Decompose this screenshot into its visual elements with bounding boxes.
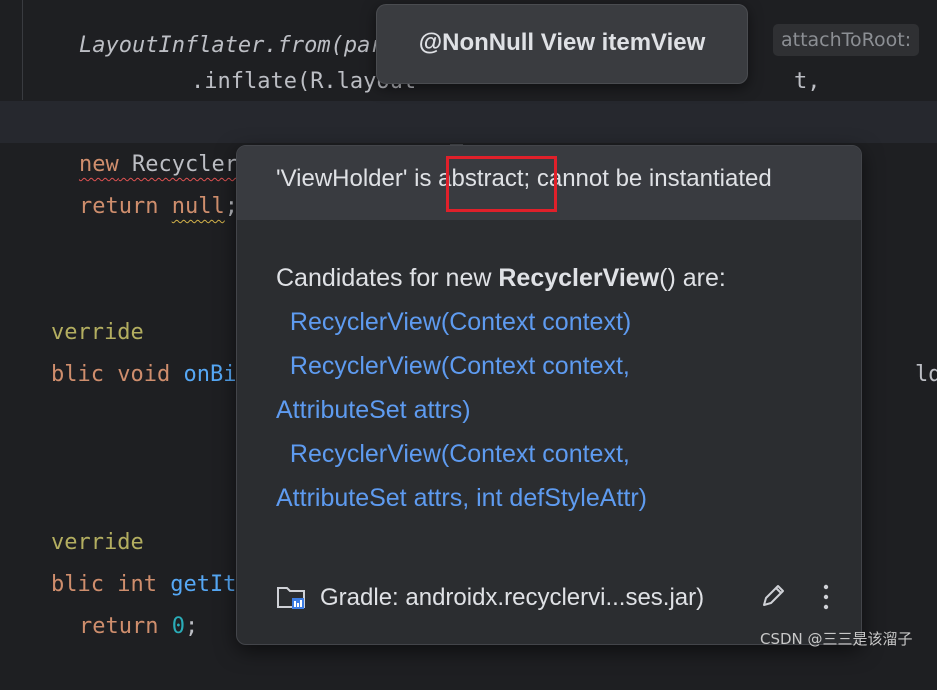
code-text: ; [184, 614, 199, 639]
error-popup[interactable]: 'ViewHolder' is abstract; cannot be inst… [236, 145, 862, 645]
code-line-return-zero: return 0; [26, 564, 198, 639]
number-literal: 0 [171, 614, 185, 639]
code-line-inflate: .inflate(R.layout [138, 19, 416, 94]
folder-library-icon [277, 587, 305, 609]
code-text: lder, [914, 362, 937, 387]
code-line-onbind-tail: lder, [862, 312, 937, 387]
keyword-return: return [78, 614, 159, 639]
more-vertical-icon[interactable] [817, 582, 835, 612]
code-line-new-viewholder: new RecyclerView.ViewHolder() [26, 102, 464, 186]
keyword-return: return [78, 194, 159, 219]
keyword-null: null [171, 194, 225, 219]
error-message-header: 'ViewHolder' is abstract; cannot be inst… [237, 146, 861, 220]
candidate-link-1[interactable]: RecyclerView(Context context) [276, 300, 836, 344]
library-source-label[interactable]: Gradle: androidx.recyclervi...ses.jar) [320, 584, 704, 612]
parameter-info-tooltip: @NonNull View itemView [376, 4, 748, 84]
pencil-icon[interactable] [759, 582, 787, 610]
code-line-override-1: verride [0, 270, 144, 345]
candidate-link-3[interactable]: RecyclerView(Context context, [276, 432, 836, 476]
indent-guide [22, 0, 23, 100]
candidates-list: Candidates for new RecyclerView() are: R… [276, 256, 836, 520]
code-line-getitemcount: blic int getItemC [0, 522, 276, 597]
keyword-public-void: blic void [50, 362, 171, 387]
popup-footer: Gradle: androidx.recyclervi...ses.jar) [237, 570, 861, 626]
highlight-annotation-box [446, 156, 557, 212]
code-text: t, [793, 69, 821, 94]
candidate-link-3-cont[interactable]: AttributeSet attrs, int defStyleAttr) [276, 476, 836, 520]
inlay-hint-attach-to-root: attachToRoot: [773, 24, 920, 56]
candidate-link-2-cont[interactable]: AttributeSet attrs) [276, 388, 836, 432]
watermark: CSDN @三三是该溜子 [760, 630, 913, 648]
code-line-onbind: blic void onBindV [0, 312, 276, 387]
code-line-override-2: verride [0, 480, 144, 555]
candidate-link-2[interactable]: RecyclerView(Context context, [276, 344, 836, 388]
candidates-heading: Candidates for new RecyclerView() are: [276, 264, 726, 292]
code-line-return-null: return null; [26, 144, 238, 219]
